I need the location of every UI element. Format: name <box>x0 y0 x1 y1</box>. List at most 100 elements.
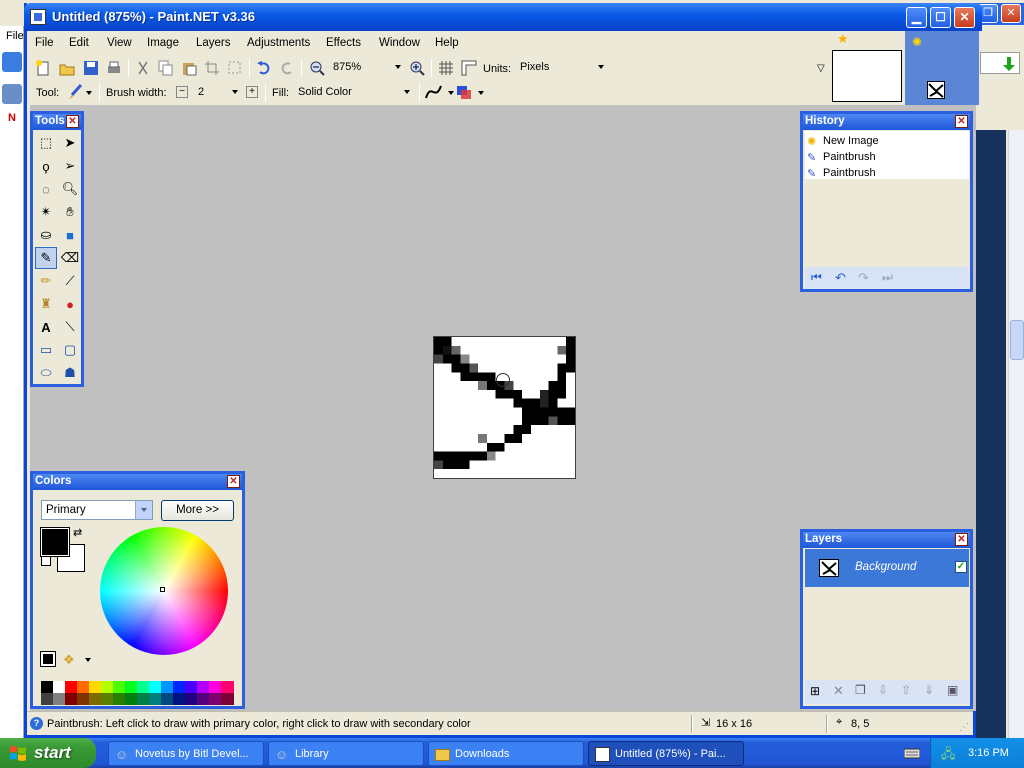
blend-mode-icon[interactable] <box>456 84 472 100</box>
close-icon[interactable]: ✕ <box>227 475 240 488</box>
units-combo[interactable]: Pixels <box>516 58 608 78</box>
move-selected-pixels-icon[interactable]: ➤ <box>59 132 81 154</box>
layer-item[interactable]: Background ✓ <box>805 549 969 587</box>
copy-icon[interactable] <box>158 60 174 76</box>
history-item[interactable]: ✺ New Image <box>807 133 879 149</box>
layer-visibility-checkbox[interactable]: ✓ <box>955 561 967 573</box>
history-item[interactable]: ✎ Paintbrush <box>807 165 876 181</box>
layers-panel-header[interactable]: Layers ✕ <box>803 532 970 548</box>
taskbar-item[interactable]: ☺ Library <box>268 741 424 766</box>
undo-icon[interactable] <box>256 60 272 76</box>
crop-icon[interactable] <box>204 60 220 76</box>
menu-edit[interactable]: Edit <box>69 37 89 49</box>
image-canvas[interactable] <box>433 336 576 479</box>
rulers-icon[interactable] <box>461 60 477 76</box>
taskbar-item[interactable]: ☺ Novetus by Bitl Devel... <box>108 741 264 766</box>
swap-colors-icon[interactable]: ⇄ <box>73 526 82 539</box>
primary-color-swatch[interactable] <box>40 527 70 557</box>
image-list-scroll-icon[interactable]: ▽ <box>817 63 825 74</box>
zoom-combo[interactable]: 875% <box>329 58 405 78</box>
fill-combo[interactable]: Solid Color <box>294 83 414 103</box>
menu-view[interactable]: View <box>107 37 132 49</box>
zoom-in-icon[interactable] <box>409 60 425 76</box>
text-icon[interactable]: A <box>35 316 57 338</box>
chevron-down-icon[interactable] <box>85 658 91 662</box>
move-layer-down-icon[interactable]: ⇓ <box>924 683 934 697</box>
menu-file[interactable]: File <box>35 37 54 49</box>
menu-image[interactable]: Image <box>147 37 179 49</box>
chevron-down-icon[interactable] <box>135 501 152 519</box>
app-n-icon[interactable]: N <box>2 108 22 128</box>
cut-icon[interactable] <box>135 60 151 76</box>
ellipse-icon[interactable]: ⬭ <box>35 362 57 384</box>
layer-properties-icon[interactable]: ▣ <box>947 683 958 697</box>
background-scrollbar[interactable] <box>1008 130 1024 738</box>
paintbrush-tool-icon[interactable]: ✎ <box>35 247 57 269</box>
fast-forward-icon[interactable]: ⏭ <box>882 270 893 285</box>
open-icon[interactable] <box>59 60 75 76</box>
antialiasing-icon[interactable] <box>425 84 447 100</box>
undo-icon[interactable]: ↶ <box>835 270 846 286</box>
delete-layer-icon[interactable]: ✕ <box>833 683 844 699</box>
close-icon[interactable]: ✕ <box>66 115 79 128</box>
image-mini-thumbnail[interactable] <box>927 81 945 99</box>
palette-menu-icon[interactable]: ❖ <box>63 652 75 668</box>
duplicate-layer-icon[interactable]: ❐ <box>855 683 866 697</box>
minimize-button[interactable]: ▁ <box>906 7 927 28</box>
move-layer-up-icon[interactable]: ⇧ <box>901 683 911 697</box>
new-icon[interactable] <box>35 60 51 76</box>
decrease-width-button[interactable]: − <box>176 86 188 98</box>
start-button[interactable]: start <box>0 738 96 768</box>
paste-icon[interactable] <box>181 60 197 76</box>
freeform-shape-icon[interactable]: ☗ <box>59 362 81 384</box>
rectangle-select-icon[interactable]: ⬚ <box>35 132 57 154</box>
network-icon[interactable]: 🖧︎ <box>941 745 956 767</box>
lasso-select-icon[interactable]: ϙ <box>35 155 57 177</box>
pencil-icon[interactable]: ✏︎ <box>35 270 57 292</box>
rewind-icon[interactable]: ⏮ <box>811 270 822 285</box>
add-to-palette-icon[interactable] <box>40 651 56 667</box>
brush-width-combo[interactable]: 2 <box>194 83 242 103</box>
redo-icon[interactable] <box>279 60 295 76</box>
pan-icon[interactable]: ✋︎ <box>59 201 81 223</box>
color-picker-icon[interactable]: ⟋ <box>59 270 81 292</box>
reset-colors-icon[interactable] <box>41 556 51 566</box>
chevron-down-icon[interactable] <box>478 91 484 95</box>
rounded-rectangle-icon[interactable]: ▢ <box>59 339 81 361</box>
move-selection-icon[interactable]: ➢ <box>59 155 81 177</box>
gradient-icon[interactable]: ■ <box>59 224 81 246</box>
maximize-button[interactable]: ☐ <box>930 7 951 28</box>
scrollbar-thumb[interactable] <box>1010 320 1024 360</box>
save-icon[interactable] <box>83 60 99 76</box>
chevron-down-icon[interactable] <box>86 91 92 95</box>
close-icon[interactable]: ✕ <box>955 533 968 546</box>
background-app-menu-fragment[interactable]: File <box>6 30 24 42</box>
menu-adjustments[interactable]: Adjustments <box>247 37 310 49</box>
line-curve-icon[interactable]: ⟍ <box>59 316 81 338</box>
close-icon[interactable]: ✕ <box>1001 4 1021 23</box>
close-button[interactable]: ✕ <box>954 7 975 28</box>
paintbrush-icon[interactable] <box>67 84 83 100</box>
menu-effects[interactable]: Effects <box>326 37 361 49</box>
search-icon[interactable] <box>2 84 22 104</box>
close-icon[interactable]: ✕ <box>955 115 968 128</box>
history-panel-header[interactable]: History ✕ <box>803 114 970 130</box>
image-thumbnail[interactable] <box>832 50 902 102</box>
chevron-down-icon[interactable] <box>448 91 454 95</box>
zoom-out-icon[interactable] <box>309 60 325 76</box>
redo-icon[interactable]: ↷ <box>858 270 869 286</box>
increase-width-button[interactable]: + <box>246 86 258 98</box>
rectangle-icon[interactable]: ▭ <box>35 339 57 361</box>
zoom-icon[interactable]: 🔍︎ <box>59 178 81 200</box>
color-mode-select[interactable]: Primary <box>41 500 153 520</box>
more-colors-button[interactable]: More >> <box>161 500 234 521</box>
clone-stamp-icon[interactable]: ♜ <box>35 293 57 315</box>
merge-layer-down-icon[interactable]: ⇩ <box>878 683 888 697</box>
download-arrow-icon[interactable] <box>980 52 1020 74</box>
taskbar-item-active[interactable]: Untitled (875%) - Pai... <box>588 741 744 766</box>
eraser-icon[interactable]: ⌫ <box>59 247 81 269</box>
recolor-icon[interactable]: ● <box>59 293 81 315</box>
history-item[interactable]: ✎ Paintbrush <box>807 149 876 165</box>
magic-wand-icon[interactable]: ✴ <box>35 201 57 223</box>
color-wheel[interactable] <box>100 527 228 655</box>
